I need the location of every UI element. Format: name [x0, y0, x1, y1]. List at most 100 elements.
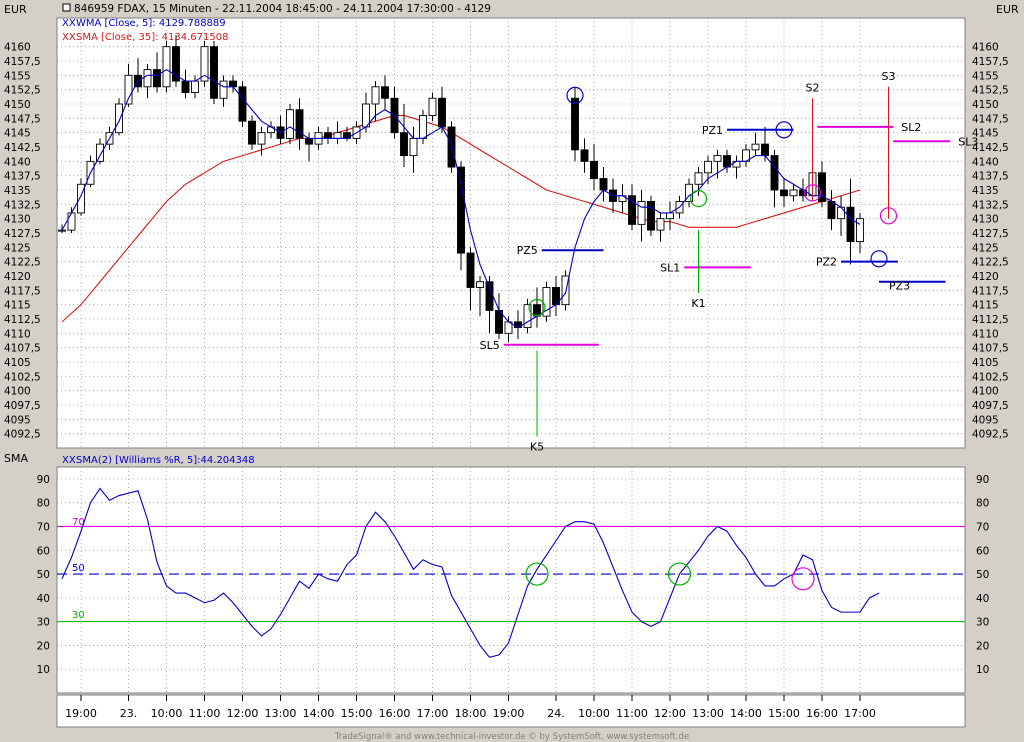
price-tick-label-left: 4115 — [4, 300, 31, 312]
currency-right: EUR — [996, 3, 1019, 16]
time-label: 10:00 — [578, 707, 610, 720]
candle-down — [457, 166, 465, 254]
signal-label: K1 — [691, 297, 705, 310]
candle-up — [371, 86, 380, 105]
candle-up — [637, 201, 646, 225]
indicator-tick-label-left: 10 — [37, 664, 50, 676]
price-tick-label-left: 4132,5 — [4, 199, 41, 211]
price-tick-label-right: 4112,5 — [972, 314, 1009, 326]
time-label: 19:00 — [65, 707, 97, 720]
price-tick-label-right: 4110 — [972, 328, 999, 340]
price-tick-label-right: 4105 — [972, 357, 999, 369]
time-label: 14:00 — [730, 707, 762, 720]
candle-down — [210, 46, 218, 99]
price-tick-label-right: 4125 — [972, 242, 999, 254]
candle-up — [286, 109, 294, 139]
price-tick-label-right: 4102,5 — [972, 371, 1009, 383]
candle-down — [770, 155, 779, 191]
candle-down — [248, 120, 256, 145]
time-label: 11:00 — [189, 707, 221, 720]
price-tick-label-right: 4130 — [972, 214, 999, 226]
indicator-tick-label-right: 30 — [976, 617, 989, 629]
signal-label: S2 — [806, 81, 820, 94]
price-tick-label-right: 4132,5 — [972, 199, 1009, 211]
stop-level-label: SL2 — [901, 121, 921, 134]
price-tick-label-left: 4142,5 — [4, 142, 41, 154]
price-tick-label-left: 4160 — [4, 42, 31, 54]
indicator-legend: SMA(2) [Williams %R, 5]:44.204348 — [76, 455, 255, 466]
candle-up — [666, 212, 674, 220]
candle-up — [67, 212, 76, 231]
legend-sma-marker: XX — [62, 32, 76, 43]
profit-level-label: PZ5 — [517, 244, 538, 257]
time-label: 12:00 — [654, 707, 686, 720]
price-tick-label-right: 4092,5 — [972, 429, 1009, 441]
candle-up — [409, 137, 418, 157]
price-tick-label-left: 4147,5 — [4, 113, 41, 125]
candle-down — [381, 86, 389, 99]
chart-canvas[interactable]: EUR EUR 846959 FDAX, 15 Minuten - 22.11.… — [0, 0, 1024, 742]
candle-up — [419, 115, 427, 139]
candle-up — [694, 172, 703, 185]
time-label: 12:00 — [227, 707, 259, 720]
candle-down — [400, 132, 408, 157]
candle-down — [590, 160, 598, 179]
price-tick-label-left: 4107,5 — [4, 343, 41, 355]
profit-level-label: PZ1 — [702, 124, 723, 137]
price-tick-label-right: 4155 — [972, 70, 999, 82]
price-tick-label-right: 4117,5 — [972, 285, 1009, 297]
candle-up — [837, 206, 845, 220]
indicator-tick-label-right: 80 — [976, 498, 989, 510]
profit-level-label: PZ3 — [889, 280, 910, 293]
price-tick-label-left: 4145 — [4, 128, 31, 140]
level-50-label: 50 — [72, 563, 85, 574]
price-tick-label-right: 4107,5 — [972, 343, 1009, 355]
time-label: 23. — [120, 707, 138, 720]
time-label: 15:00 — [768, 707, 800, 720]
candle-up — [656, 218, 665, 231]
indicator-tick-label-left: 80 — [37, 498, 50, 510]
price-tick-label-left: 4140 — [4, 156, 31, 168]
candle-down — [780, 189, 788, 197]
time-label: 13:00 — [692, 707, 724, 720]
candle-up — [333, 132, 342, 139]
legend-sma: SMA [Close, 35]: 4134.671508 — [76, 32, 228, 43]
candle-up — [219, 80, 228, 99]
price-tick-label-left: 4110 — [4, 328, 31, 340]
price-tick-label-left: 4117,5 — [4, 285, 41, 297]
price-tick-label-left: 4152,5 — [4, 85, 41, 97]
legend-wma-marker: XX — [62, 18, 76, 29]
candle-up — [96, 143, 104, 162]
price-tick-label-left: 4150 — [4, 99, 31, 111]
price-tick-label-left: 4095 — [4, 414, 31, 426]
legend-williams-marker: XX — [62, 455, 76, 466]
indicator-tick-label-right: 90 — [976, 474, 989, 486]
time-label: 15:00 — [341, 707, 373, 720]
price-tick-label-left: 4100 — [4, 386, 31, 398]
price-tick-label-right: 4160 — [972, 42, 999, 54]
candle-up — [476, 281, 484, 288]
time-label: 17:00 — [417, 707, 449, 720]
indicator-tick-label-left: 90 — [37, 474, 50, 486]
time-label: 13:00 — [265, 707, 297, 720]
price-tick-label-left: 4127,5 — [4, 228, 41, 240]
candle-up — [143, 69, 152, 88]
price-tick-label-left: 4122,5 — [4, 257, 41, 269]
candle-down — [827, 201, 836, 220]
price-tick-label-right: 4137,5 — [972, 171, 1009, 183]
price-tick-label-right: 4135 — [972, 185, 999, 197]
time-label: 24. — [547, 707, 565, 720]
price-tick-label-right: 4100 — [972, 386, 999, 398]
price-tick-label-right: 4122,5 — [972, 257, 1009, 269]
candle-down — [153, 69, 161, 88]
currency-left: EUR — [4, 3, 27, 16]
price-tick-label-right: 4147,5 — [972, 113, 1009, 125]
time-label: 16:00 — [806, 707, 838, 720]
indicator-plot-area[interactable] — [56, 466, 966, 694]
signal-label: S3 — [882, 70, 896, 83]
level-30-label: 30 — [72, 610, 85, 621]
indicator-tick-label-right: 10 — [976, 664, 989, 676]
candle-up — [704, 160, 712, 174]
indicator-tick-label-right: 50 — [976, 569, 989, 581]
candle-down — [324, 132, 332, 139]
